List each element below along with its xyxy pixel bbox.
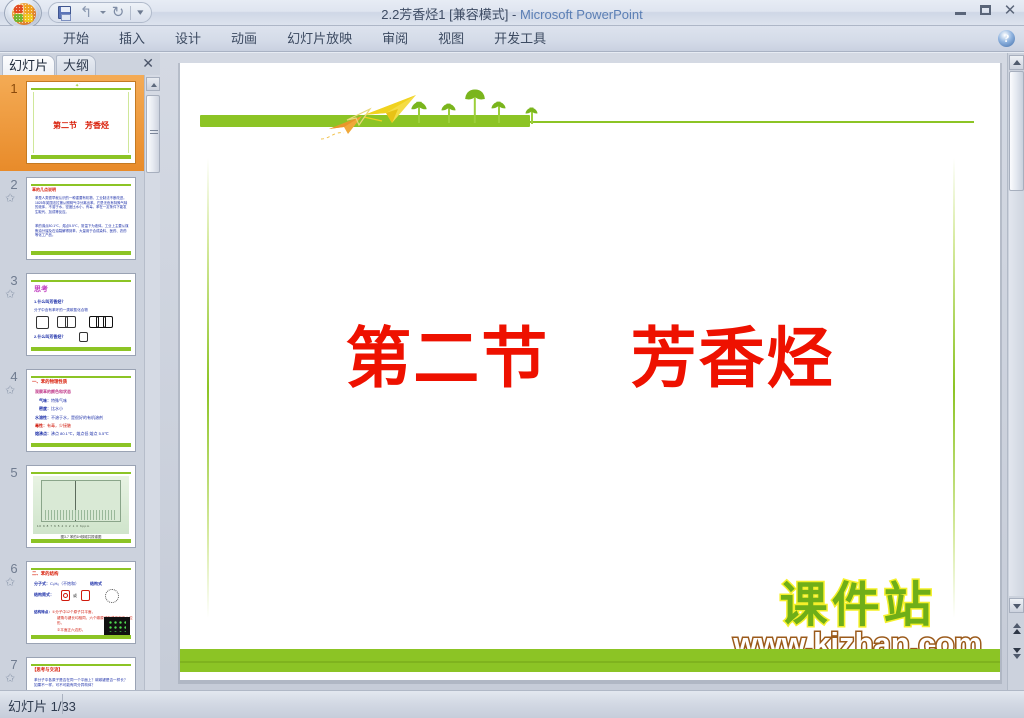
slide-editing-area: 第二节 芳香烃 课件站 www.kjzhan.com bbox=[160, 53, 1024, 690]
slide-number: 6 bbox=[10, 561, 18, 576]
status-bar: 幻灯片 1/33 bbox=[0, 690, 1024, 718]
close-icon: ✕ bbox=[1003, 1, 1017, 19]
slide-number: 3 bbox=[10, 273, 18, 288]
slide-thumbnail-1: ✦˙ 第二节 芳香烃 bbox=[26, 81, 136, 164]
list-item[interactable]: 5 10 9 8 7 6 5 4 3 2 1 0 δppm 图3-7 苯的1H核… bbox=[0, 459, 144, 555]
animation-icon: ✩ bbox=[5, 671, 16, 685]
minimize-button[interactable] bbox=[950, 2, 970, 18]
slide-thumbnail-5: 10 9 8 7 6 5 4 3 2 1 0 δppm 图3-7 苯的1H核磁共… bbox=[26, 465, 136, 548]
triangle-up-icon bbox=[1012, 60, 1021, 65]
animation-icon: ✩ bbox=[5, 383, 16, 397]
watermark: 课件站 www.kjzhan.com bbox=[732, 578, 984, 661]
list-item[interactable]: 3 ✩ 思考 1.什么叫芳香烃？ 分子中含有苯环的一类碳氢化合物 2.什么叫芳香… bbox=[0, 267, 144, 363]
window-title: 2.2芳香烃1 [兼容模式] - Microsoft PowerPoint bbox=[0, 4, 1024, 23]
watermark-brand: 课件站 bbox=[778, 578, 936, 633]
tab-insert[interactable]: 插入 bbox=[104, 27, 160, 51]
scroll-up-button[interactable] bbox=[146, 77, 160, 91]
sprout-icon bbox=[411, 100, 427, 123]
slide-thumbnail-2: 苯的几点说明 苯是人类很早就认识的一种重要有机物，工业制法不断改进。1825年英… bbox=[26, 177, 136, 260]
slides-outline-pane: 幻灯片 大纲 ✕ 1 ✦˙ 第二节 芳香烃 2 ✩ 苯的几点说明 苯是人类很早就… bbox=[0, 53, 160, 690]
close-button[interactable]: ✕ bbox=[1000, 2, 1020, 18]
tab-design[interactable]: 设计 bbox=[160, 27, 216, 51]
triangle-down-icon bbox=[1012, 648, 1021, 653]
previous-slide-button[interactable] bbox=[1009, 621, 1024, 641]
sprout-icon bbox=[465, 88, 485, 123]
scrollbar-grip-icon bbox=[150, 130, 158, 136]
scrollbar-thumb[interactable] bbox=[1009, 71, 1024, 191]
tab-home[interactable]: 开始 bbox=[48, 27, 104, 51]
powerpoint-window: ↰ ↻ ▾ 2.2芳香烃1 [兼容模式] - Microsoft PowerPo… bbox=[0, 0, 1024, 718]
triangle-down-icon bbox=[1012, 604, 1021, 609]
animation-icon: ✩ bbox=[5, 575, 16, 589]
sprout-icon bbox=[441, 102, 456, 123]
tab-animations[interactable]: 动画 bbox=[216, 27, 272, 51]
slide-number: 5 bbox=[10, 465, 18, 480]
ribbon-tab-strip: 开始 插入 设计 动画 幻灯片放映 审阅 视图 开发工具 ? bbox=[0, 26, 1024, 52]
slide-thumbnail-6: 二、苯的结构 分子式：C₆H₆（不饱和） 结构式 结构简式： 或 结构特点：①分… bbox=[26, 561, 136, 644]
window-controls: ✕ bbox=[950, 2, 1020, 18]
slide-canvas[interactable]: 第二节 芳香烃 课件站 www.kjzhan.com bbox=[180, 63, 1000, 680]
minimize-icon bbox=[954, 12, 966, 15]
triangle-up-icon bbox=[1012, 623, 1021, 628]
slide-number: 1 bbox=[10, 81, 18, 96]
tab-view[interactable]: 视图 bbox=[423, 27, 479, 51]
pane-tab-bar: 幻灯片 大纲 ✕ bbox=[0, 53, 160, 75]
list-item[interactable]: 2 ✩ 苯的几点说明 苯是人类很早就认识的一种重要有机物，工业制法不断改进。18… bbox=[0, 171, 144, 267]
list-item[interactable]: 7 ✩ 【思考与交流】 苯分子中各原子是否在同一个平面上？碳碳键是否一样长？如果… bbox=[0, 651, 144, 690]
slide-area-scrollbar[interactable] bbox=[1007, 53, 1024, 690]
list-item[interactable]: 1 ✦˙ 第二节 芳香烃 bbox=[0, 75, 144, 171]
list-item[interactable]: 6 ✩ 二、苯的结构 分子式：C₆H₆（不饱和） 结构式 结构简式： 或 结构特… bbox=[0, 555, 144, 651]
status-theme-area bbox=[70, 694, 270, 715]
plane-trail-icon bbox=[320, 127, 360, 146]
slide-title-text[interactable]: 第二节 芳香烃 bbox=[180, 305, 1000, 401]
slide-thumbnail-4: 一、苯的物理性质 观察苯的颜色和状态 气味：特殊气味 密度：比水小 水溶性：不溶… bbox=[26, 369, 136, 452]
tab-slideshow[interactable]: 幻灯片放映 bbox=[272, 27, 367, 51]
ribbon-tabs: 开始 插入 设计 动画 幻灯片放映 审阅 视图 开发工具 bbox=[48, 26, 561, 52]
list-item[interactable]: 4 ✩ 一、苯的物理性质 观察苯的颜色和状态 气味：特殊气味 密度：比水小 水溶… bbox=[0, 363, 144, 459]
next-slide-button[interactable] bbox=[1009, 643, 1024, 663]
status-divider bbox=[62, 694, 63, 714]
slide-thumbnail-7: 【思考与交流】 苯分子中各原子是否在同一个平面上？碳碳键是否一样长？如果不一样，… bbox=[26, 657, 136, 690]
animation-icon: ✩ bbox=[5, 191, 16, 205]
title-bar: ↰ ↻ ▾ 2.2芳香烃1 [兼容模式] - Microsoft PowerPo… bbox=[0, 0, 1024, 29]
product-name: Microsoft PowerPoint bbox=[519, 7, 643, 22]
scrollbar-thumb[interactable] bbox=[146, 95, 160, 173]
animation-icon: ✩ bbox=[5, 287, 16, 301]
title-separator: - bbox=[508, 7, 520, 22]
slide-thumbnail-list[interactable]: 1 ✦˙ 第二节 芳香烃 2 ✩ 苯的几点说明 苯是人类很早就认识的一种重要有机… bbox=[0, 75, 144, 690]
slide-pane-scrollbar[interactable] bbox=[144, 75, 160, 690]
scroll-up-button[interactable] bbox=[1009, 55, 1024, 70]
footer-bar bbox=[180, 649, 1000, 672]
tab-review[interactable]: 审阅 bbox=[367, 27, 423, 51]
restore-button[interactable] bbox=[975, 2, 995, 18]
restore-icon bbox=[979, 5, 991, 15]
slide-counter-text: 幻灯片 1/33 bbox=[8, 699, 76, 714]
tab-developer[interactable]: 开发工具 bbox=[479, 27, 561, 51]
scroll-down-button[interactable] bbox=[1009, 598, 1024, 613]
document-title: 2.2芳香烃1 [兼容模式] bbox=[381, 7, 509, 22]
triangle-down-icon bbox=[1012, 654, 1021, 659]
slide-number: 4 bbox=[10, 369, 18, 384]
slide-number: 7 bbox=[10, 657, 18, 672]
tab-outline[interactable]: 大纲 bbox=[56, 55, 97, 75]
slide-number: 2 bbox=[10, 177, 18, 192]
sprout-icon bbox=[491, 100, 506, 123]
close-pane-button[interactable]: ✕ bbox=[142, 56, 154, 72]
tab-slides[interactable]: 幻灯片 bbox=[2, 55, 56, 75]
help-icon[interactable]: ? bbox=[998, 30, 1015, 47]
slide-thumbnail-3: 思考 1.什么叫芳香烃？ 分子中含有苯环的一类碳氢化合物 2.什么叫芳香烃？ bbox=[26, 273, 136, 356]
sprout-icon bbox=[525, 106, 538, 124]
triangle-up-icon bbox=[1012, 629, 1021, 634]
